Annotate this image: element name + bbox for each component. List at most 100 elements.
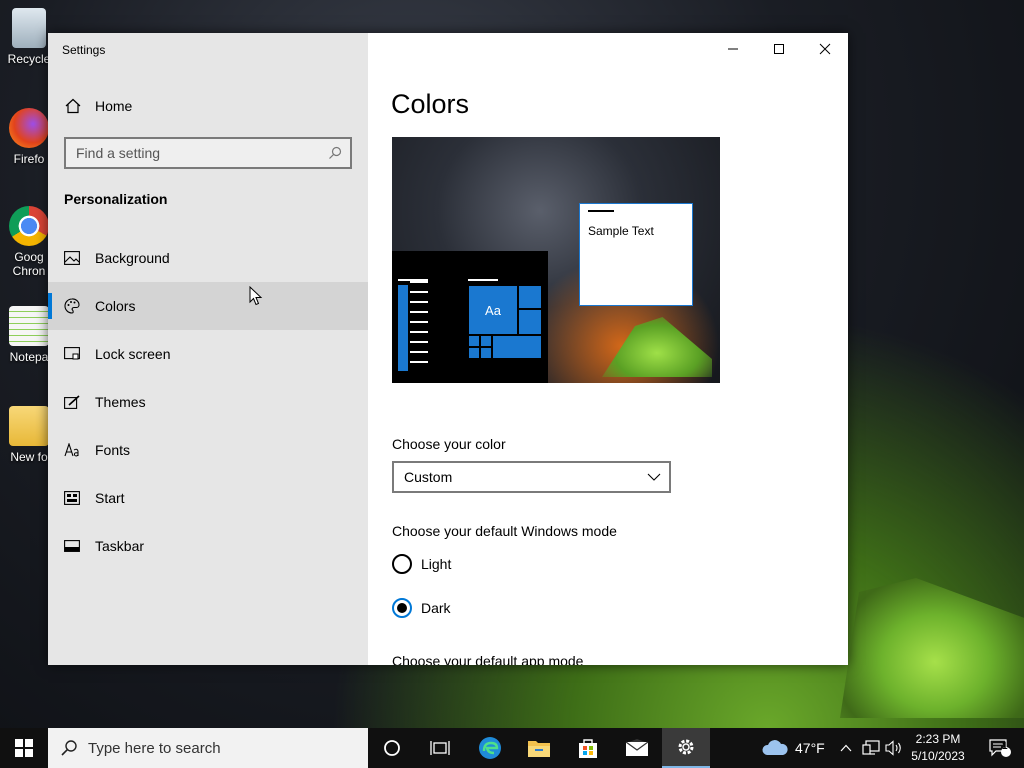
new-folder-desktop-icon[interactable]: New fo [6,406,52,464]
sidebar: Settings Home Personalization Background [48,33,368,665]
sidebar-item-label: Colors [95,298,136,314]
start-icon [63,489,81,507]
chrome-desktop-icon[interactable]: Goog Chron [6,206,52,278]
color-select[interactable]: Custom [392,461,671,493]
font-icon [63,441,81,459]
volume-button[interactable] [883,728,905,768]
folder-icon [528,741,550,757]
preview-taskbar-strip [398,285,408,371]
section-title: Personalization [64,191,168,207]
weather-widget[interactable] [758,728,792,768]
taskbar-search-placeholder: Type here to search [88,739,221,757]
notepad-desktop-icon[interactable]: Notepa [6,306,52,364]
clock[interactable]: 2:23 PM 5/10/2023 [906,731,970,765]
show-hidden-icons-button[interactable] [836,728,856,768]
radio-button[interactable] [392,554,412,574]
file-explorer-button[interactable] [515,728,563,768]
recycle-bin-desktop-icon[interactable]: Recycle [6,8,52,66]
weather-temperature[interactable]: 47°F [795,740,825,756]
preview-tiles: Aa [468,285,542,371]
cortana-button[interactable] [368,728,416,768]
taskbar-search[interactable]: Type here to search [48,728,368,768]
gear-icon [678,739,694,755]
tent-wallpaper-detail [840,578,1024,718]
preview-aa-tile: Aa [468,285,518,335]
clock-time: 2:23 PM [915,732,961,746]
choose-color-label: Choose your color [392,436,506,452]
clock-date: 5/10/2023 [911,749,965,763]
radio-label: Light [421,556,452,572]
windows-mode-light[interactable]: Light [392,554,451,574]
sidebar-item-fonts[interactable]: Fonts [48,426,368,474]
settings-taskbar-button[interactable] [662,728,710,768]
search-icon[interactable] [320,139,350,167]
cloud-icon [762,740,788,755]
preview-tile [518,285,542,309]
sidebar-item-label: Background [95,250,170,266]
taskbar: Type here to search 47°F 2:23 PM 5/10/20… [0,728,1024,768]
action-center-button[interactable]: 1 [976,728,1024,768]
notification-count: 1 [1002,741,1008,752]
sidebar-item-colors[interactable]: Colors [48,282,368,330]
task-view-button[interactable] [416,728,464,768]
edge-icon [479,737,501,759]
window-controls [710,33,848,65]
preview-menu-lines [410,281,428,371]
sidebar-item-background[interactable]: Background [48,234,368,282]
sidebar-item-lock-screen[interactable]: Lock screen [48,330,368,378]
close-button[interactable] [802,33,848,65]
desktop-icon-label: New fo [10,450,48,464]
windows-logo-icon [15,739,33,757]
windows-mode-dark[interactable]: Dark [392,598,451,618]
window-title: Settings [62,43,106,57]
task-view-icon [430,741,450,755]
close-icon [819,43,831,55]
preview-tile [468,347,480,359]
mail-icon [625,739,649,756]
sidebar-nav: Background Colors Lock screen Themes Fon… [48,234,368,570]
preview-tile [480,347,492,359]
preview-tile [468,335,480,347]
preview-tent [602,317,712,377]
picture-icon [63,249,81,267]
home-label: Home [95,98,133,114]
store-button[interactable] [564,728,612,768]
cortana-icon [384,740,400,756]
sidebar-item-themes[interactable]: Themes [48,378,368,426]
preview-sample-text: Sample Text [588,224,654,238]
network-button[interactable] [860,728,882,768]
sidebar-item-taskbar[interactable]: Taskbar [48,522,368,570]
firefox-desktop-icon[interactable]: Firefo [6,108,52,166]
sidebar-item-home[interactable]: Home [48,91,368,121]
color-preview: Aa Sample Text [392,137,720,383]
edge-taskbar-button[interactable] [466,728,514,768]
palette-icon [63,297,81,315]
mouse-cursor-icon [249,286,263,306]
minimize-button[interactable] [710,33,756,65]
taskbar-icon [63,537,81,555]
find-setting-search [64,137,352,169]
start-button[interactable] [0,728,48,768]
maximize-button[interactable] [756,33,802,65]
color-select-value: Custom [404,469,453,485]
settings-window: Settings Home Personalization Background [48,33,848,665]
desktop-icon-label: Recycle [7,52,51,66]
notepad-icon [9,306,49,346]
main-content: Colors Aa Sample Text Choose your color … [368,33,848,665]
sidebar-item-label: Themes [95,394,146,410]
network-icon [862,740,880,755]
chrome-icon [9,206,49,246]
minimize-icon [728,48,738,50]
sidebar-item-label: Start [95,490,125,506]
sidebar-item-label: Taskbar [95,538,145,554]
sidebar-item-start[interactable]: Start [48,474,368,522]
home-icon [65,98,81,114]
radio-button-checked[interactable] [392,598,412,618]
mail-button[interactable] [613,728,661,768]
folder-icon [9,406,49,446]
chevron-down-icon [647,473,661,481]
desktop-icon-label: Notepa [9,350,49,364]
preview-sample-titlebar [588,210,614,212]
find-setting-input[interactable] [66,139,320,167]
preview-tile [492,335,542,359]
